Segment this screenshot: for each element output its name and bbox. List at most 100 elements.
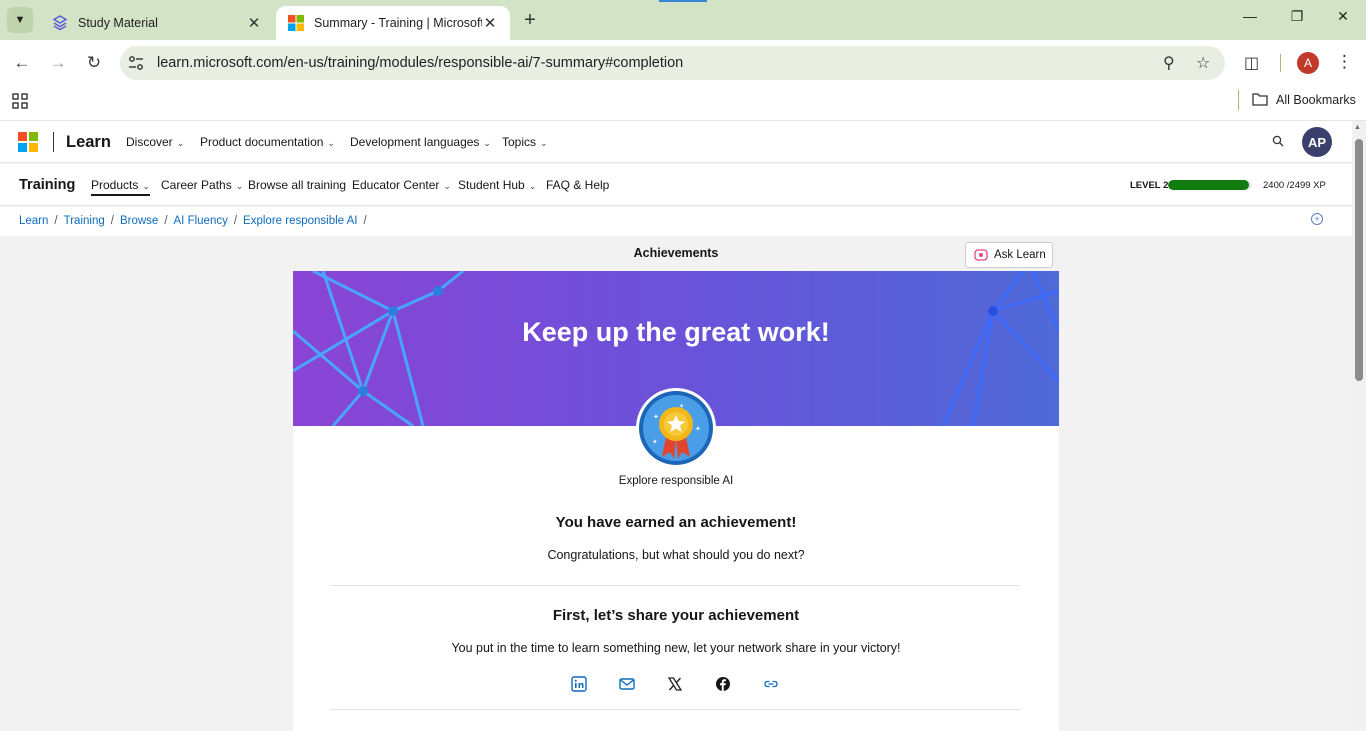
bookmark-star-icon[interactable]: ☆ <box>1196 53 1210 73</box>
back-icon[interactable]: ← <box>11 52 33 74</box>
share-text: You put in the time to learn something n… <box>451 641 901 655</box>
nav-product-documentation[interactable]: Product documentation ⌄ <box>200 135 335 149</box>
earned-heading: You have earned an achievement! <box>555 514 797 531</box>
xp-progress-bar <box>1168 180 1252 190</box>
nav-discover[interactable]: Discover ⌄ <box>126 135 184 149</box>
subnav-educator-center[interactable]: Educator Center ⌄ <box>352 178 451 192</box>
nav-label: Product documentation <box>200 135 324 149</box>
url-text[interactable]: learn.microsoft.com/en-us/training/modul… <box>157 55 683 71</box>
subnav-faq-help[interactable]: FAQ & Help <box>546 178 609 192</box>
breadcrumb-separator: / <box>54 215 58 227</box>
breadcrumb-separator: / <box>363 215 367 227</box>
subnav-label: Browse all training <box>248 178 347 192</box>
nav-topics[interactable]: Topics ⌄ <box>502 135 548 149</box>
level-label: LEVEL 2 <box>1130 180 1169 191</box>
logo-divider <box>53 132 54 152</box>
browser-menu-icon[interactable]: ⋮ <box>1336 52 1353 72</box>
subnav-browse-all-training[interactable]: Browse all training <box>248 178 346 192</box>
svg-text:✦: ✦ <box>695 425 701 433</box>
breadcrumb-separator: / <box>233 215 238 227</box>
search-icon[interactable] <box>1272 135 1284 147</box>
new-tab-icon[interactable]: + <box>518 9 542 32</box>
breadcrumb-separator: / <box>164 215 168 227</box>
scrollbar-thumb[interactable] <box>1355 139 1363 381</box>
linkedin-icon[interactable] <box>571 676 587 692</box>
chevron-down-icon: ⌄ <box>540 138 548 148</box>
nav-label: Discover <box>126 135 173 149</box>
bookmarks-divider <box>1238 90 1239 110</box>
nav-development-languages[interactable]: Development languages ⌄ <box>350 135 491 149</box>
microsoft-logo[interactable] <box>18 132 38 152</box>
add-collection-icon[interactable]: + <box>1311 213 1323 225</box>
subnav-career-paths[interactable]: Career Paths ⌄ <box>161 178 243 192</box>
share-heading: First, let’s share your achievement <box>552 607 800 624</box>
study-material-favicon-icon <box>52 15 68 31</box>
congrats-text: Congratulations, but what should you do … <box>547 548 805 562</box>
tab-study-material[interactable]: Study Material ✕ <box>40 6 274 40</box>
breadcrumb: Learn / Training / Browse / AI Fluency / Explore… <box>19 215 373 227</box>
close-tab-icon[interactable]: ✕ <box>246 14 262 32</box>
close-window-icon[interactable]: ✕ <box>1329 8 1357 25</box>
subnav-label: FAQ & Help <box>546 178 610 192</box>
nav-label: Development languages <box>350 135 480 149</box>
microsoft-favicon-icon <box>288 15 304 31</box>
x-icon[interactable] <box>667 676 683 692</box>
banner-heading: Keep up the great work! <box>522 317 830 347</box>
chevron-down-icon: ⌄ <box>528 181 537 191</box>
breadcrumb-explore-responsible-ai[interactable]: Explore responsible AI <box>243 215 357 227</box>
tab-summary-training[interactable]: Summary - Training | Microsoft ✕ <box>276 6 510 40</box>
minimize-icon[interactable]: — <box>1236 8 1264 24</box>
nav-label: Topics <box>502 135 537 149</box>
subnav-student-hub[interactable]: Student Hub ⌄ <box>458 178 536 192</box>
subnav-label: Products <box>91 178 139 192</box>
breadcrumb-training[interactable]: Training <box>64 215 105 227</box>
subnav-label: Career Paths <box>161 178 232 192</box>
xp-progress-fill <box>1168 180 1249 190</box>
email-icon[interactable] <box>619 676 635 692</box>
breadcrumb-ai-fluency[interactable]: AI Fluency <box>174 215 228 227</box>
subnav-products[interactable]: Products ⌄ <box>91 178 150 196</box>
folder-icon[interactable] <box>1252 92 1268 106</box>
achievement-badge-icon: ✦ ✦ ✦ ✦ <box>636 388 716 468</box>
ask-learn-button[interactable]: Ask Learn <box>965 242 1053 268</box>
bookmarks-bar <box>0 84 1366 121</box>
subnav-label: Educator Center <box>352 178 440 192</box>
tab-search-button[interactable]: ▼ <box>7 7 33 33</box>
browser-profile-avatar[interactable]: A <box>1297 52 1319 74</box>
zoom-icon[interactable]: ⚲ <box>1163 53 1175 73</box>
apps-grid-icon[interactable] <box>12 93 28 109</box>
forward-icon[interactable]: → <box>47 52 69 74</box>
user-avatar[interactable]: AP <box>1302 127 1332 157</box>
training-title[interactable]: Training <box>19 177 75 193</box>
copilot-icon <box>974 249 988 261</box>
breadcrumb-separator: / <box>110 215 114 227</box>
chevron-down-icon: ⌄ <box>483 138 491 148</box>
chevron-down-icon: ⌄ <box>327 138 335 148</box>
ask-learn-label: Ask Learn <box>994 249 1046 261</box>
restore-icon[interactable]: ❐ <box>1283 8 1311 25</box>
chevron-down-icon: ⌄ <box>443 181 451 191</box>
page-title: Achievements <box>633 246 719 260</box>
reload-icon[interactable]: ↻ <box>83 52 105 74</box>
chevron-down-icon: ⌄ <box>235 181 244 191</box>
toolbar-divider <box>1280 54 1281 72</box>
svg-text:✦: ✦ <box>653 413 659 421</box>
all-bookmarks-link[interactable]: All Bookmarks <box>1276 93 1356 107</box>
scroll-up-arrow-icon[interactable]: ▲ <box>1354 124 1361 131</box>
tab-title: Study Material <box>78 16 158 30</box>
breadcrumb-browse[interactable]: Browse <box>120 215 158 227</box>
site-info-icon[interactable] <box>127 54 145 72</box>
extensions-icon[interactable]: ◫ <box>1244 53 1259 73</box>
xp-text: 2400 /2499 XP <box>1263 180 1326 191</box>
chevron-down-icon: ⌄ <box>176 138 185 148</box>
breadcrumb-learn[interactable]: Learn <box>19 215 48 227</box>
link-icon[interactable] <box>763 676 779 692</box>
section-divider <box>330 709 1020 710</box>
svg-text:✦: ✦ <box>652 438 658 446</box>
badge-name: Explore responsible AI <box>618 475 734 487</box>
svg-text:✦: ✦ <box>679 403 684 410</box>
close-tab-icon[interactable]: ✕ <box>482 14 498 32</box>
learn-brand-link[interactable]: Learn <box>66 133 111 152</box>
achievement-card: Keep up the great work! ✦ ✦ ✦ ✦ Explore … <box>293 271 1059 731</box>
facebook-icon[interactable] <box>715 676 731 692</box>
